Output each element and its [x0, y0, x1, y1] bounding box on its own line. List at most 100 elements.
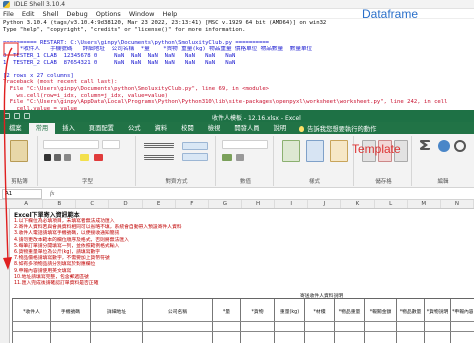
column-header-c[interactable]: C: [76, 200, 110, 208]
autosum-icon[interactable]: [420, 140, 430, 150]
conditional-format-icon[interactable]: [282, 140, 300, 162]
table-header-cell[interactable]: 重量(kg): [276, 308, 303, 315]
row-headers: [0, 209, 10, 343]
tab-developer[interactable]: 開發人員: [227, 123, 266, 134]
column-header-n[interactable]: N: [441, 200, 474, 208]
idle-menu-debug[interactable]: Debug: [66, 9, 87, 18]
idle-line: ws.cell(row=i_idx, column=j_idx, value=v…: [3, 92, 169, 99]
fill-color-icon[interactable]: [80, 154, 89, 161]
table-header-cell[interactable]: *貨物說明: [426, 308, 449, 315]
tell-me-search[interactable]: 告訴我您想要執行的動作: [299, 123, 376, 134]
tab-insert[interactable]: 插入: [55, 123, 82, 134]
table-header-cell[interactable]: *貨物: [242, 308, 273, 315]
italic-icon[interactable]: [54, 154, 61, 161]
tell-me-text: 告訴我您想要執行的動作: [307, 126, 377, 133]
merge-center-icon[interactable]: [182, 153, 208, 161]
tab-formulas[interactable]: 公式: [121, 123, 148, 134]
idle-menu-help[interactable]: Help: [162, 9, 177, 18]
sort-filter-icon[interactable]: [438, 140, 450, 152]
column-header-k[interactable]: K: [341, 200, 375, 208]
table-header-cell[interactable]: *物品重量: [336, 308, 363, 315]
ribbon-group-alignment: 對齊方式: [138, 136, 216, 186]
idle-menu-shell[interactable]: Shell: [42, 9, 58, 18]
tab-help[interactable]: 說明: [267, 123, 294, 134]
wrap-text-icon[interactable]: [182, 142, 208, 150]
idle-line: File "C:\Users\ginpy\AppData\Local\Progr…: [3, 99, 448, 106]
idle-line: 0 TESTER_1 CLAB 12345678 0 NaN NaN NaN N…: [3, 52, 236, 59]
save-icon[interactable]: [4, 113, 10, 119]
table-header-cell[interactable]: *量: [214, 308, 239, 315]
idle-line: [3, 66, 474, 73]
tab-file[interactable]: 檔案: [2, 123, 29, 134]
find-select-icon[interactable]: [454, 140, 466, 152]
font-size-select[interactable]: [102, 140, 120, 149]
ribbon-group-editing: 編輯: [414, 136, 472, 186]
column-header-h[interactable]: H: [242, 200, 276, 208]
tab-page-layout[interactable]: 頁面配置: [82, 123, 121, 134]
currency-icon[interactable]: [222, 154, 232, 161]
worksheet[interactable]: Excel下單寄入資訊範本 1.以下欄位為必填項目，未填寫者無法成功匯入 2.寄件…: [0, 209, 474, 343]
table-header-cell[interactable]: 詳細地址: [92, 308, 141, 315]
paste-icon[interactable]: [10, 140, 28, 162]
table-header-cell[interactable]: *材積: [306, 308, 333, 315]
table-header-cell[interactable]: *收件人: [14, 308, 49, 315]
excel-doc-title: 收件人模板 - 12.16.xlsx - Excel: [212, 115, 301, 122]
table-header-cell[interactable]: *報關金額: [366, 308, 395, 315]
cell-styles-icon[interactable]: [330, 140, 348, 162]
idle-menu-options[interactable]: Options: [96, 9, 121, 18]
idle-menu-window[interactable]: Window: [129, 9, 155, 18]
redo-icon[interactable]: [24, 113, 30, 119]
name-box[interactable]: A1: [2, 188, 42, 199]
column-header-g[interactable]: G: [209, 200, 242, 208]
instruction-note: 11.匯入完成後請確認訂單資料是否正確: [14, 281, 99, 287]
idle-output[interactable]: Python 3.10.4 (tags/v3.10.4:9d38120, Mar…: [0, 20, 474, 110]
table-row-line: [12, 331, 474, 332]
idle-menu-file[interactable]: File: [3, 9, 14, 18]
recipient-table[interactable]: *收件人 手機號碼 詳細地址 公司名稱 *量 *貨物 重量(kg) *材積 *物品重量 *報關金額…: [12, 298, 474, 343]
excel-titlebar: 收件人模板 - 12.16.xlsx - Excel: [0, 110, 474, 122]
column-header-d[interactable]: D: [109, 200, 143, 208]
tab-data[interactable]: 資料: [148, 123, 175, 134]
ribbon-group-number: 數值: [218, 136, 274, 186]
column-header-f[interactable]: F: [176, 200, 209, 208]
align-icon[interactable]: [144, 142, 174, 148]
table-header-cell[interactable]: *申報內容: [452, 308, 473, 315]
column-header-b[interactable]: B: [43, 200, 77, 208]
tab-review[interactable]: 校閱: [174, 123, 201, 134]
underline-icon[interactable]: [64, 154, 71, 161]
formula-bar: A1 fx: [0, 188, 474, 200]
table-header-cell[interactable]: 手機號碼: [52, 308, 89, 315]
table-header-cell[interactable]: *物品數量: [398, 308, 423, 315]
idle-line: [3, 33, 474, 40]
idle-line: 1 TESTER_2 CLAB 87654321 0 NaN NaN NaN N…: [3, 59, 236, 66]
percent-icon[interactable]: [236, 154, 244, 161]
template-annotation: Template: [352, 142, 401, 156]
table-header-cell[interactable]: 公司名稱: [144, 308, 211, 315]
idle-line: ========== RESTART: C:\Users\ginpy\Docum…: [3, 39, 270, 46]
tab-home[interactable]: 常用: [28, 123, 56, 134]
ribbon: 剪貼簿 字型 對齊方式 數值 樣式 儲存格 編輯 Template: [0, 134, 474, 188]
table-row-line: [12, 321, 474, 322]
idle-menu-edit[interactable]: Edit: [22, 9, 35, 18]
python-icon: [3, 1, 10, 8]
ribbon-tabs: 檔案 常用 插入 頁面配置 公式 資料 校閱 檢視 開發人員 說明 告訴我您想要…: [0, 122, 474, 134]
font-color-icon[interactable]: [94, 154, 103, 161]
column-header-m[interactable]: M: [408, 200, 441, 208]
bold-icon[interactable]: [44, 154, 51, 161]
idle-line: [2 rows x 27 columns]: [3, 72, 74, 79]
fx-icon[interactable]: fx: [50, 191, 54, 197]
undo-icon[interactable]: [14, 113, 20, 119]
excel-window: 收件人模板 - 12.16.xlsx - Excel 檔案 常用 插入 頁面配置…: [0, 110, 474, 343]
column-header-i[interactable]: I: [275, 200, 309, 208]
tab-view[interactable]: 檢視: [201, 123, 228, 134]
align-center-icon[interactable]: [144, 154, 174, 160]
format-as-table-icon[interactable]: [306, 140, 324, 162]
column-header-e[interactable]: E: [143, 200, 176, 208]
number-format-select[interactable]: [222, 140, 268, 149]
column-header-a[interactable]: A: [10, 200, 44, 208]
sheet-title: Excel下單寄入資訊範本: [14, 212, 80, 219]
font-name-select[interactable]: [43, 140, 99, 149]
idle-line: Traceback (most recent call last):: [3, 79, 118, 86]
column-header-j[interactable]: J: [308, 200, 342, 208]
column-header-l[interactable]: L: [375, 200, 408, 208]
